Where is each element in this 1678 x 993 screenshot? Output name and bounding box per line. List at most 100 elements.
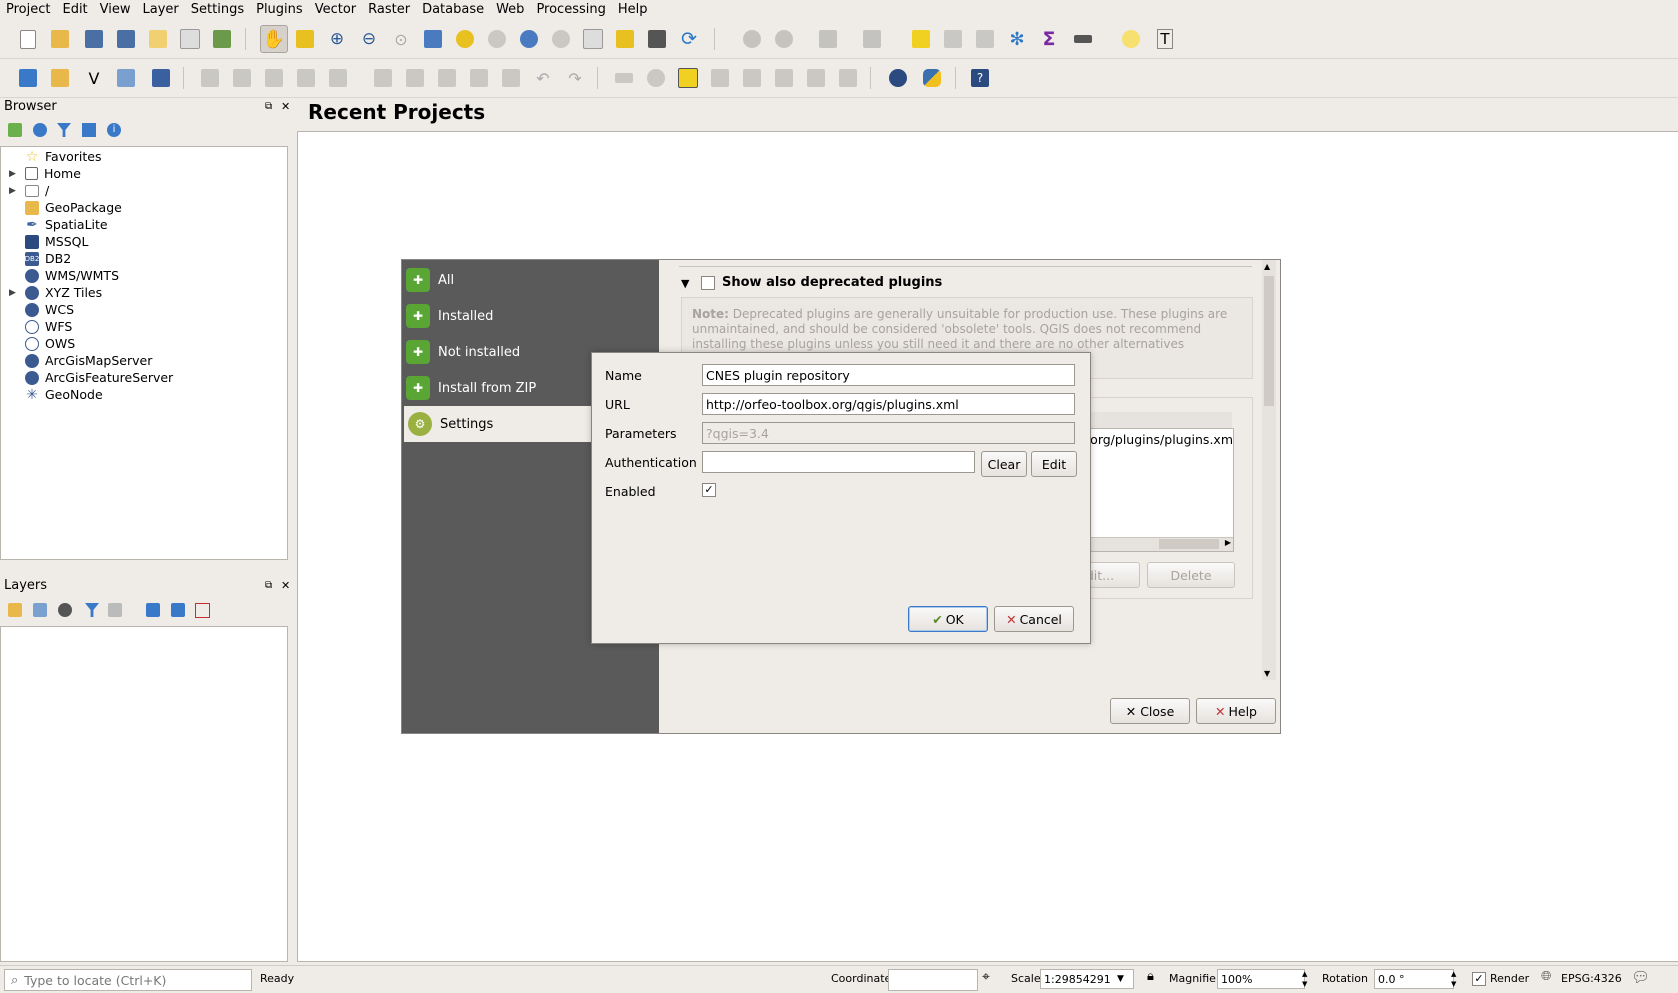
measure-icon[interactable] <box>1070 26 1096 52</box>
tree-item-geonode[interactable]: ✳ GeoNode <box>9 386 103 403</box>
menu-processing[interactable]: Processing <box>530 0 611 19</box>
help-button[interactable]: ✕ Help <box>1196 698 1276 724</box>
menu-raster[interactable]: Raster <box>362 0 416 19</box>
tree-item-ows[interactable]: OWS <box>9 335 75 352</box>
python-console-icon[interactable] <box>919 65 945 91</box>
zoom-native-icon[interactable]: ⊙ <box>388 26 414 52</box>
attribute-table-icon[interactable] <box>940 26 966 52</box>
tab-installed[interactable]: ✚ Installed <box>402 298 659 334</box>
clear-auth-button[interactable]: Clear <box>981 451 1027 477</box>
delete-selected-icon[interactable] <box>402 65 428 91</box>
scale-dropdown-icon[interactable]: ▼ <box>1117 974 1124 984</box>
render-checkbox[interactable]: ✓ <box>1472 972 1486 986</box>
vertex-tool-icon[interactable] <box>325 65 351 91</box>
paste-features-icon[interactable] <box>498 65 524 91</box>
tree-item-wcs[interactable]: WCS <box>9 301 74 318</box>
scroll-right-icon[interactable]: ▶ <box>1225 538 1231 547</box>
close-panel-icon[interactable]: ✕ <box>281 579 290 592</box>
tab-all[interactable]: ✚ All <box>402 262 659 298</box>
statistical-summary-icon[interactable]: Σ <box>1036 26 1062 52</box>
expand-all-icon[interactable] <box>146 603 160 617</box>
whats-this-icon[interactable]: ? <box>967 65 993 91</box>
undo-icon[interactable]: ↶ <box>530 65 556 91</box>
open-project-icon[interactable] <box>47 26 73 52</box>
magnifier-field[interactable]: 100% <box>1217 969 1305 989</box>
crs-label[interactable]: EPSG:4326 <box>1561 972 1622 985</box>
lock-scale-icon[interactable]: 🔒︎ <box>1147 969 1154 984</box>
text-annotation-icon[interactable]: T <box>1152 26 1178 52</box>
float-panel-icon[interactable]: ⧉ <box>265 101 272 112</box>
redo-icon[interactable]: ↷ <box>562 65 588 91</box>
field-calculator-icon[interactable] <box>972 26 998 52</box>
pan-to-selection-icon[interactable] <box>292 26 318 52</box>
menu-layer[interactable]: Layer <box>137 0 185 19</box>
deselect-icon[interactable] <box>859 26 885 52</box>
metasearch-icon[interactable] <box>885 65 911 91</box>
tree-item-wms-wmts[interactable]: WMS/WMTS <box>9 267 119 284</box>
messages-icon[interactable]: 💬︎ <box>1631 968 1650 986</box>
filter-legend-icon[interactable] <box>85 603 99 617</box>
menu-view[interactable]: View <box>94 0 137 19</box>
highlight-labels-icon[interactable] <box>675 65 701 91</box>
crs-globe-icon[interactable]: 🌐︎ <box>1541 969 1551 984</box>
identify-icon[interactable] <box>739 26 765 52</box>
diagram-tool-icon[interactable] <box>643 65 669 91</box>
parameters-field[interactable]: ?qgis=3.4 <box>702 422 1075 444</box>
new-spatialite-layer-icon[interactable] <box>148 65 174 91</box>
new-bookmark-icon[interactable] <box>612 26 638 52</box>
zoom-to-layer-icon[interactable] <box>484 26 510 52</box>
rotate-label-icon[interactable] <box>803 65 829 91</box>
style-manager-icon[interactable] <box>209 26 235 52</box>
add-feature-icon[interactable] <box>293 65 319 91</box>
new-map-view-icon[interactable] <box>580 26 606 52</box>
tree-item-root[interactable]: ▶ / <box>9 182 49 199</box>
menu-edit[interactable]: Edit <box>56 0 93 19</box>
close-button[interactable]: ✕ Close <box>1110 698 1190 724</box>
collapse-all-icon[interactable] <box>82 123 96 137</box>
move-label-icon[interactable] <box>771 65 797 91</box>
delete-repo-button[interactable]: Delete <box>1147 562 1235 588</box>
data-source-manager-icon[interactable] <box>15 65 41 91</box>
expand-arrow-icon[interactable]: ▶ <box>9 169 19 179</box>
tree-item-mssql[interactable]: MSSQL <box>9 233 88 250</box>
toggle-editing-icon[interactable] <box>229 65 255 91</box>
expand-arrow-icon[interactable]: ▶ <box>9 186 19 196</box>
scroll-down-icon[interactable]: ▼ <box>1264 669 1270 678</box>
menu-web[interactable]: Web <box>490 0 530 19</box>
enabled-checkbox[interactable]: ✓ <box>702 483 716 497</box>
rotation-spinner-icon[interactable]: ▲ ▼ <box>1451 969 1456 989</box>
refresh-browser-icon[interactable] <box>33 123 47 137</box>
label-tool-icon[interactable] <box>611 65 637 91</box>
collapse-all-layers-icon[interactable] <box>171 603 185 617</box>
new-shapefile-icon[interactable]: V <box>81 65 107 91</box>
expand-arrow-icon[interactable]: ▶ <box>9 288 19 298</box>
new-temp-layer-icon[interactable] <box>113 65 139 91</box>
pan-map-icon[interactable]: ✋ <box>260 25 288 53</box>
scroll-up-icon[interactable]: ▲ <box>1264 262 1270 271</box>
map-tips-icon[interactable] <box>1118 26 1144 52</box>
locator-field[interactable]: ⌕ Type to locate (Ctrl+K) <box>4 969 252 991</box>
deselect-all-icon[interactable] <box>908 26 934 52</box>
modify-attributes-icon[interactable] <box>370 65 396 91</box>
new-geopackage-layer-icon[interactable] <box>47 65 73 91</box>
save-edits-icon[interactable] <box>261 65 287 91</box>
menu-plugins[interactable]: Plugins <box>250 0 309 19</box>
pin-labels-icon[interactable] <box>707 65 733 91</box>
close-panel-icon[interactable]: ✕ <box>281 100 290 113</box>
zoom-out-icon[interactable]: ⊖ <box>356 26 382 52</box>
new-print-layout-icon[interactable] <box>145 26 171 52</box>
tree-item-home[interactable]: ▶ Home <box>9 165 81 182</box>
float-panel-icon[interactable]: ⧉ <box>265 580 272 591</box>
menu-project[interactable]: Project <box>0 0 56 19</box>
refresh-icon[interactable]: ⟳ <box>676 26 702 52</box>
open-layer-styling-icon[interactable] <box>8 603 22 617</box>
filter-browser-icon[interactable] <box>57 123 71 137</box>
menu-database[interactable]: Database <box>416 0 490 19</box>
edit-auth-button[interactable]: Edit <box>1031 451 1077 477</box>
change-label-icon[interactable] <box>835 65 861 91</box>
layout-manager-icon[interactable] <box>177 26 203 52</box>
toggle-extents-icon[interactable]: ⌖ <box>982 969 990 985</box>
authentication-field[interactable] <box>702 451 975 473</box>
add-group-icon[interactable] <box>33 603 47 617</box>
copy-features-icon[interactable] <box>466 65 492 91</box>
